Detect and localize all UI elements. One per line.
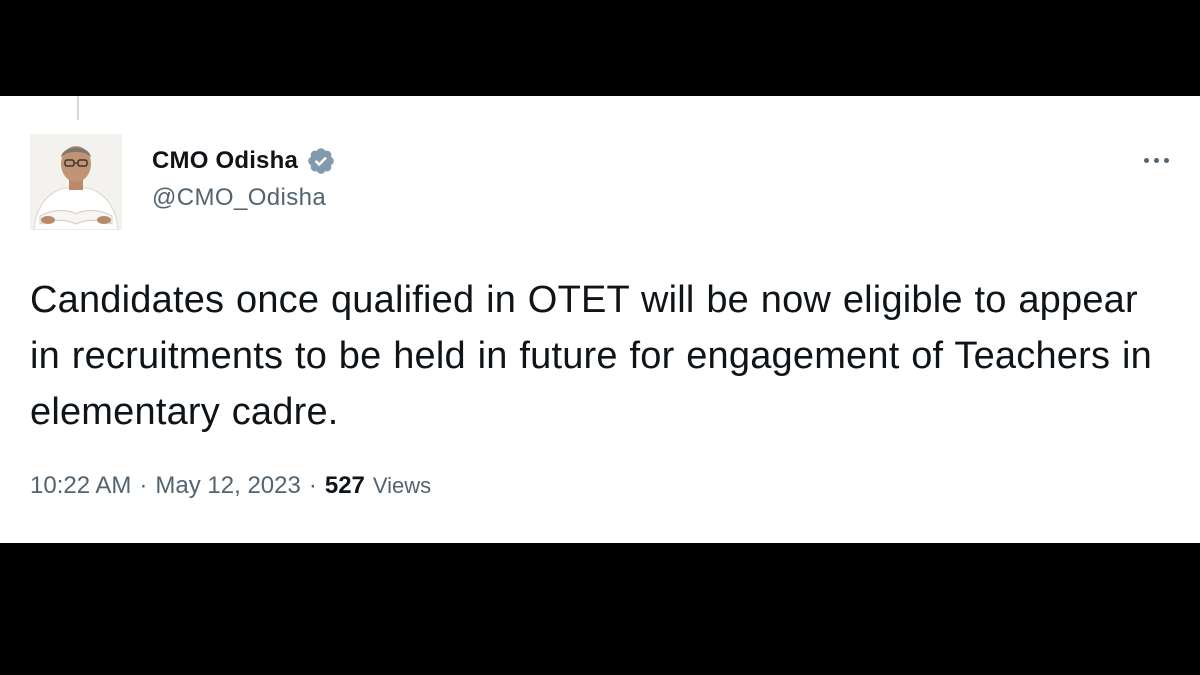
views-label[interactable]: Views	[373, 473, 431, 499]
meta-separator: ·	[308, 472, 317, 499]
tweet-date[interactable]: May 12, 2023	[155, 472, 300, 500]
tweet-text: Candidates once qualified in OTET will b…	[30, 279, 1152, 433]
more-options-icon-dot	[1153, 157, 1159, 163]
avatar[interactable]	[30, 134, 122, 230]
author-handle[interactable]: @CMO_Odisha	[152, 184, 326, 212]
views-count[interactable]: 527	[325, 472, 365, 500]
avatar-portrait	[30, 134, 122, 230]
verified-badge-icon	[306, 146, 336, 176]
tweet-meta: 10:22 AM · May 12, 2023 · 527 Views	[30, 472, 431, 500]
meta-separator: ·	[139, 472, 148, 499]
more-options-icon	[1143, 157, 1149, 163]
screenshot-frame: CMO Odisha @CMO_Odisha Candidates once q…	[0, 0, 1200, 675]
author-display-name[interactable]: CMO Odisha	[152, 147, 298, 175]
author-name-row[interactable]: CMO Odisha	[152, 144, 336, 178]
thread-connector-line	[77, 96, 79, 120]
more-options-button[interactable]	[1136, 148, 1176, 172]
tweet-time[interactable]: 10:22 AM	[30, 472, 131, 500]
tweet-card: CMO Odisha @CMO_Odisha Candidates once q…	[0, 96, 1200, 543]
more-options-icon-dot	[1163, 157, 1169, 163]
